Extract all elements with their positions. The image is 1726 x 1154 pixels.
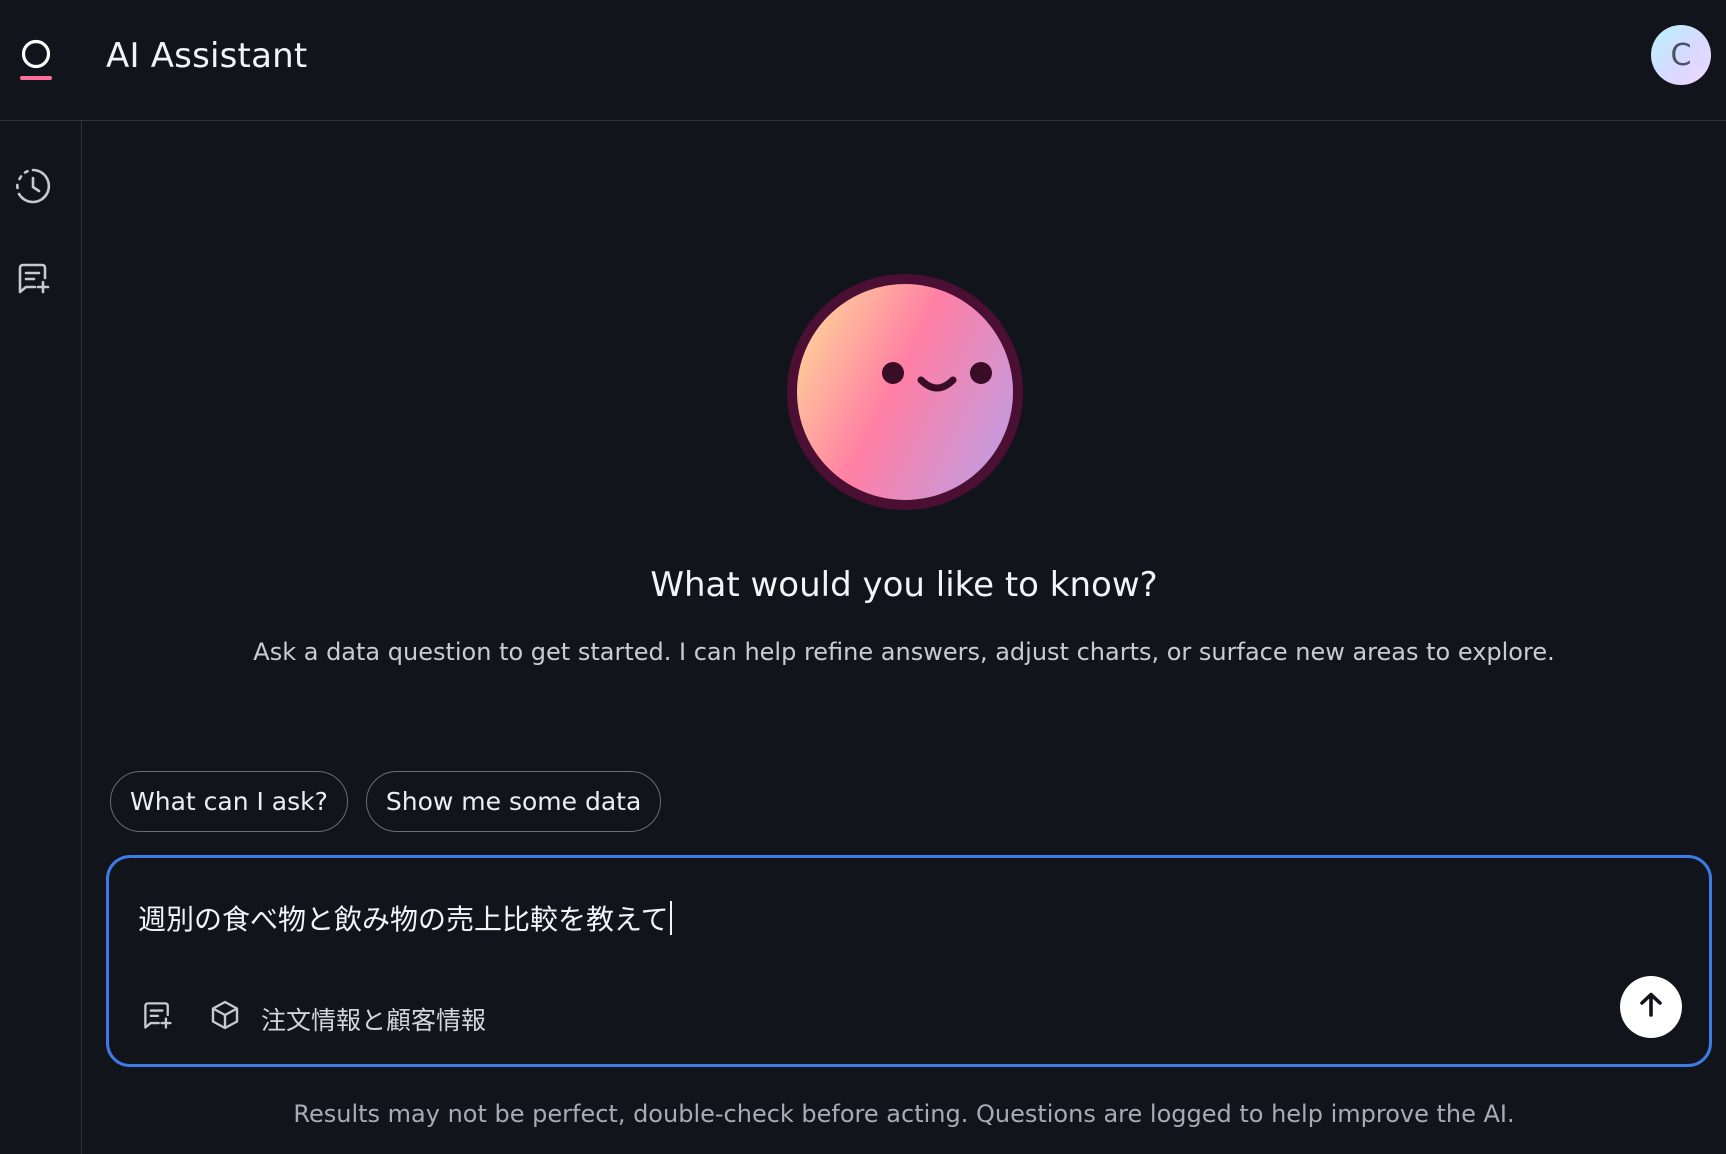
arrow-up-icon <box>1636 990 1666 1024</box>
dataset-selector-button[interactable] <box>203 995 247 1039</box>
avatar-initial: C <box>1670 37 1692 73</box>
history-button[interactable] <box>11 166 55 210</box>
dataset-label[interactable]: 注文情報と顧客情報 <box>261 1001 486 1037</box>
send-button[interactable] <box>1620 976 1682 1038</box>
message-input-value: 週別の食べ物と飲み物の売上比較を教えて <box>138 903 669 936</box>
chat-add-icon <box>140 998 174 1036</box>
cube-icon <box>209 999 241 1035</box>
assistant-logo-icon <box>17 36 57 84</box>
suggestion-chips: What can I ask? Show me some data <box>110 771 662 832</box>
user-avatar[interactable]: C <box>1651 25 1711 85</box>
message-input[interactable]: 週別の食べ物と飲み物の売上比較を教えて <box>138 898 672 938</box>
prompt-library-button[interactable] <box>135 995 179 1039</box>
history-icon <box>13 166 53 210</box>
left-rail <box>0 121 82 1154</box>
chat-composer[interactable]: 週別の食べ物と飲み物の売上比較を教えて 注文情報と顧客情報 <box>106 855 1712 1067</box>
suggestion-chip-show-data[interactable]: Show me some data <box>365 771 662 832</box>
smiley-face-icon <box>785 272 1025 512</box>
new-chat-icon <box>14 259 52 301</box>
top-bar: AI Assistant C <box>0 0 1726 121</box>
welcome-subtitle: Ask a data question to get started. I ca… <box>253 638 1555 666</box>
new-chat-button[interactable] <box>11 258 55 302</box>
app-title: AI Assistant <box>106 36 308 76</box>
suggestion-chip-what-can-i-ask[interactable]: What can I ask? <box>110 771 348 832</box>
footer-disclaimer: Results may not be perfect, double-check… <box>293 1100 1515 1128</box>
welcome-headline: What would you like to know? <box>650 565 1158 605</box>
text-caret <box>669 901 672 935</box>
